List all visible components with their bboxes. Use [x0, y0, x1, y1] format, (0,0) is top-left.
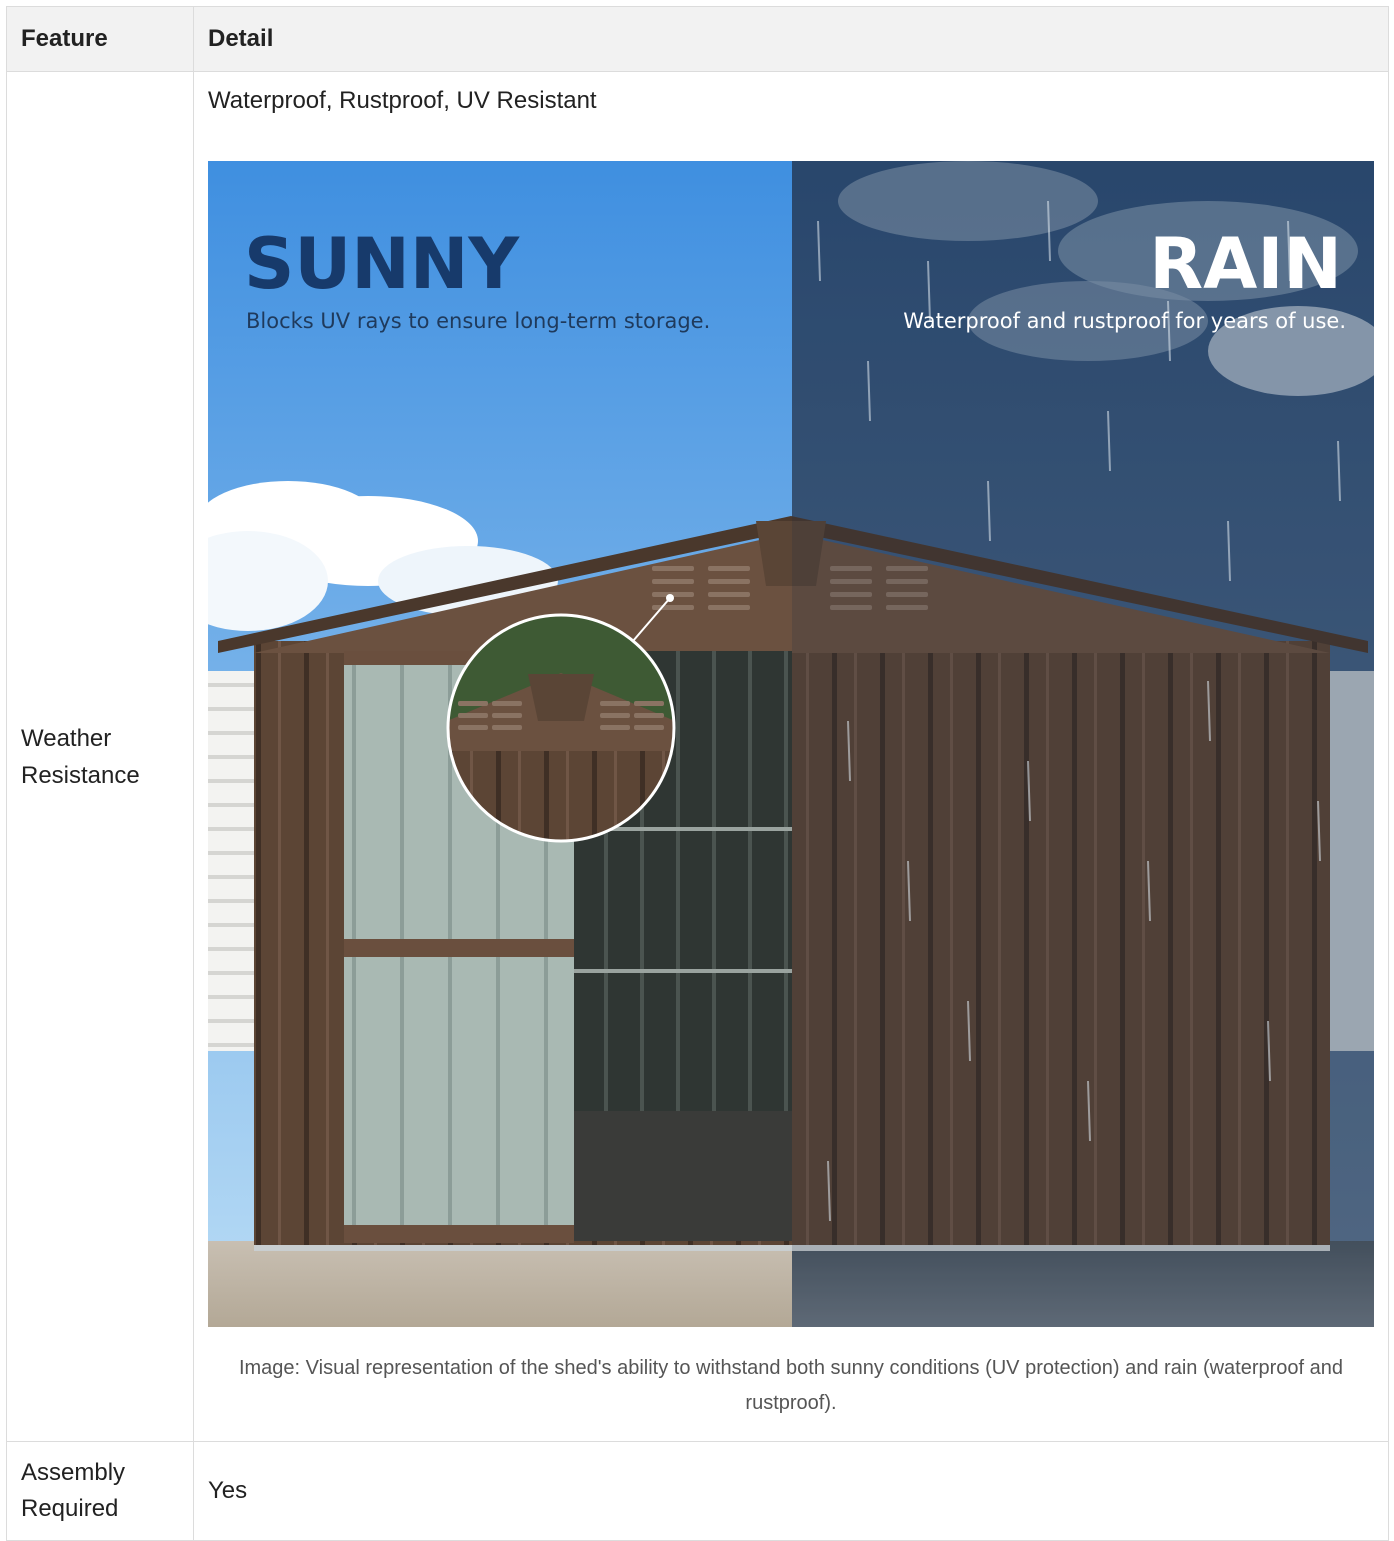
header-feature: Feature [6, 6, 194, 72]
rain-title: RAIN [1149, 223, 1342, 305]
ground [208, 1241, 792, 1327]
sunny-title: SUNNY [244, 223, 520, 305]
detail-cell: Waterproof, Rustproof, UV Resistant SUNN… [193, 71, 1389, 1442]
sunny-subtitle: Blocks UV rays to ensure long-term stora… [246, 309, 711, 333]
feature-cell: Assembly Required [6, 1441, 194, 1541]
feature-cell: Weather Resistance [6, 71, 194, 1442]
detail-cell: Yes [193, 1441, 1389, 1541]
shed-illustration [208, 161, 1374, 1327]
rain-tint [792, 161, 1374, 1327]
feature-label-line: Assembly [21, 1459, 126, 1486]
header-detail: Detail [193, 6, 1389, 72]
shed-weather-image: SUNNY Blocks UV rays to ensure long-term… [208, 161, 1374, 1327]
detail-text: Waterproof, Rustproof, UV Resistant [208, 87, 597, 114]
spec-table: Feature Detail Weather Resistance Waterp… [6, 6, 1389, 1541]
table-row: Weather Resistance Waterproof, Rustproof… [6, 71, 1389, 1442]
feature-label-line: Weather [21, 724, 112, 752]
rain-subtitle: Waterproof and rustproof for years of us… [903, 309, 1346, 333]
table-header-row: Feature Detail [6, 6, 1389, 72]
feature-label-line: Required [21, 1495, 119, 1522]
feature-label-line: Resistance [21, 761, 140, 789]
image-caption: Image: Visual representation of the shed… [238, 1357, 1344, 1414]
table-row: Assembly Required Yes [6, 1441, 1389, 1541]
